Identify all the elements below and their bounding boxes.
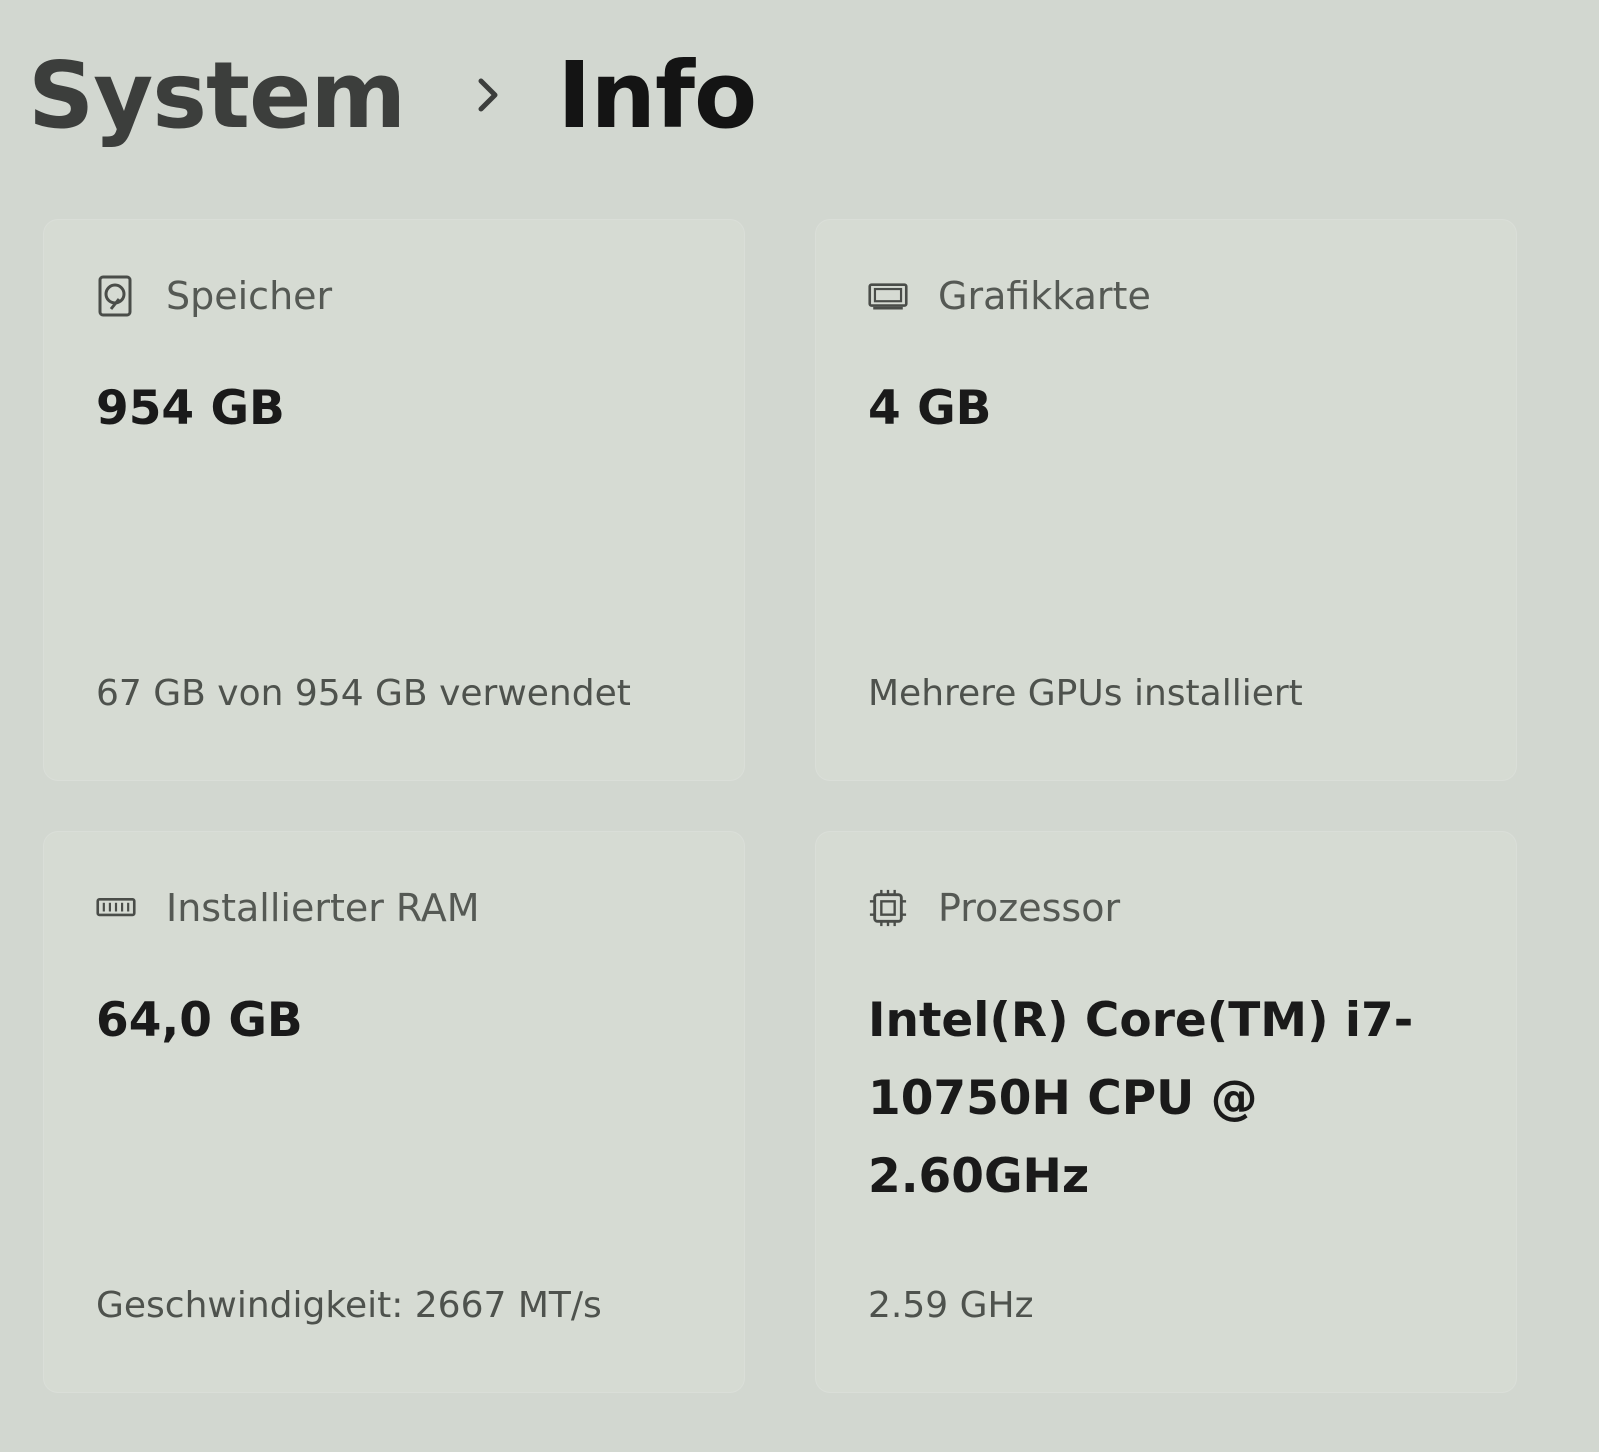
ram-detail: Geschwindigkeit: 2667 MT/s [96,1285,602,1326]
processor-detail: 2.59 GHz [868,1285,1034,1326]
ram-card-header: Installierter RAM [96,886,480,930]
graphics-card-header: Grafikkarte [868,274,1151,318]
graphics-card-detail: Mehrere GPUs installiert [868,673,1303,714]
processor-card[interactable]: Prozessor Intel(R) Core(TM) i7-10750H CP… [816,832,1516,1392]
graphics-card-title: Grafikkarte [938,274,1151,318]
storage-title: Speicher [166,274,333,318]
graphics-card-value: 4 GB [868,381,992,436]
processor-card-header: Prozessor [868,886,1120,930]
page-title: Info [557,41,757,149]
storage-value: 954 GB [96,381,285,436]
ram-value: 64,0 GB [96,993,303,1048]
chevron-right-icon [469,75,509,115]
graphics-card-card[interactable]: Grafikkarte 4 GB Mehrere GPUs installier… [816,220,1516,780]
memory-icon [96,888,136,928]
ram-title: Installierter RAM [166,886,480,930]
ram-card[interactable]: Installierter RAM 64,0 GB Geschwindigkei… [44,832,744,1392]
storage-card[interactable]: Speicher 954 GB 67 GB von 954 GB verwend… [44,220,744,780]
breadcrumb-system-link[interactable]: System [28,42,406,149]
processor-value: Intel(R) Core(TM) i7-10750H CPU @ 2.60GH… [868,993,1414,1204]
storage-icon [96,275,136,317]
storage-card-header: Speicher [96,274,332,318]
processor-icon [868,888,908,928]
breadcrumb: System Info [28,30,757,160]
storage-detail: 67 GB von 954 GB verwendet [96,673,631,714]
graphics-card-icon [868,276,908,316]
processor-title: Prozessor [938,886,1121,930]
